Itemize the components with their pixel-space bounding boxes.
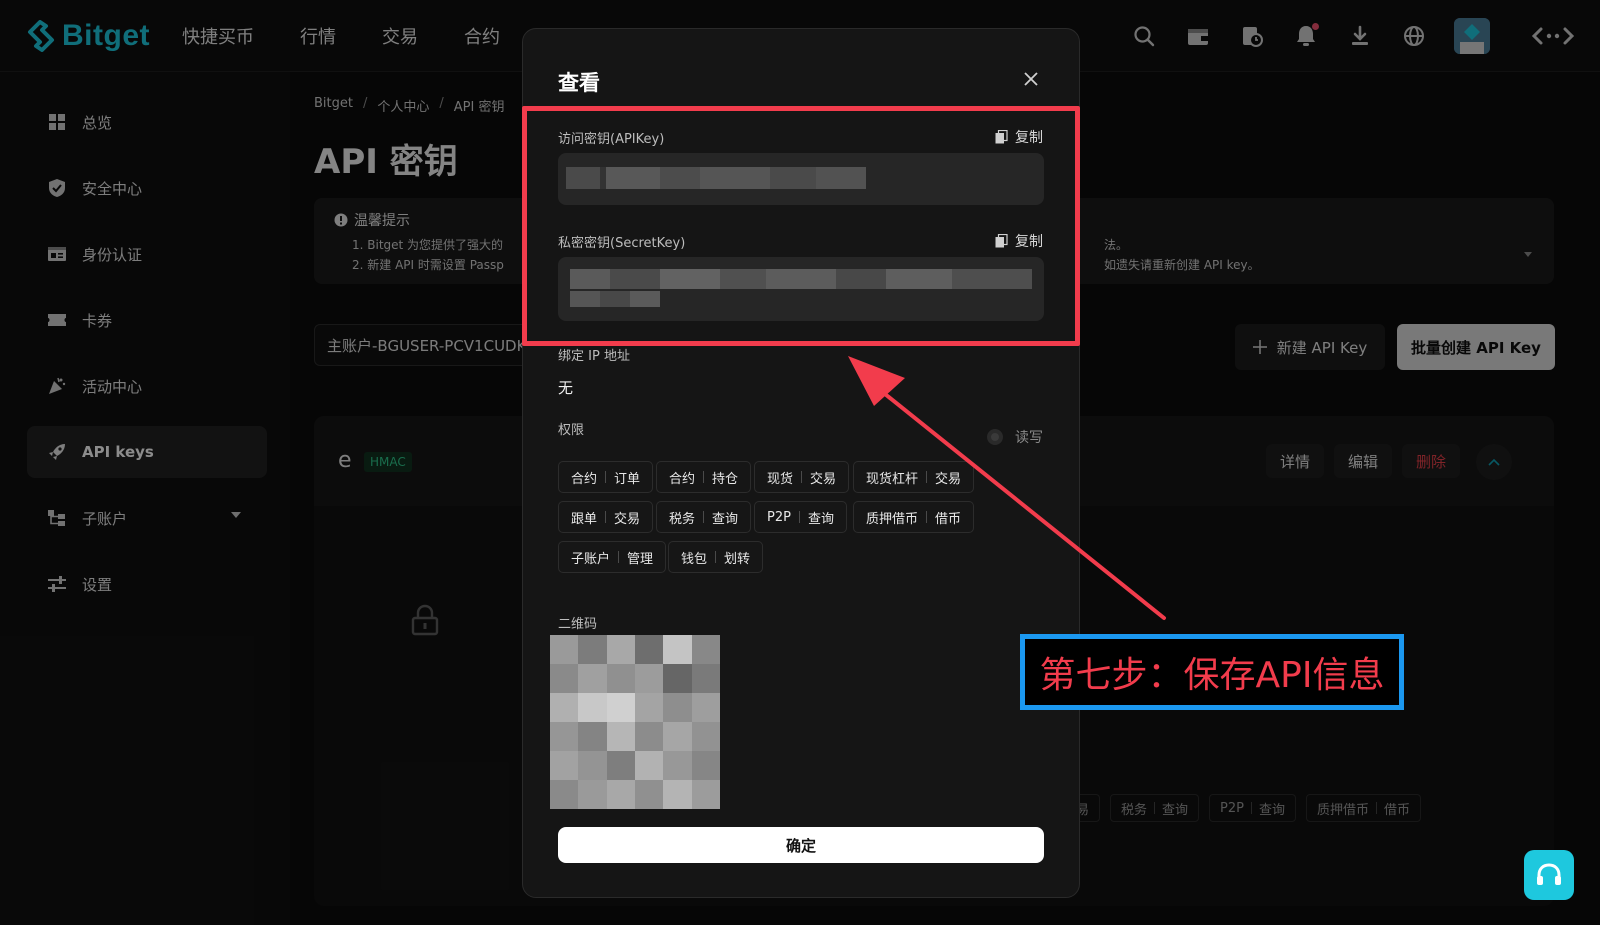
permission-tag-text: 持仓 <box>712 471 739 487</box>
read-write-option: 读写 <box>987 427 1043 447</box>
permission-tag: 跟单 交易 <box>558 501 654 533</box>
permission-tag-text: 交易 <box>935 471 962 487</box>
modal-title: 查看 <box>558 71 600 95</box>
close-icon[interactable] <box>1021 69 1041 89</box>
permission-tag-text: 管理 <box>627 551 654 567</box>
bound-ip-label: 绑定 IP 地址 <box>558 349 630 364</box>
permissions-label: 权限 <box>558 423 585 438</box>
permission-tag-text: P2P <box>767 509 791 525</box>
read-write-label: 读写 <box>1015 430 1043 446</box>
permission-tag: 合约 持仓 <box>656 461 752 493</box>
permission-tag-text: 订单 <box>614 471 641 487</box>
permission-tag-text: 交易 <box>810 471 837 487</box>
headset-icon[interactable] <box>1524 850 1574 900</box>
permission-tag-text: 跟单 <box>571 511 598 527</box>
permission-tag: 税务 查询 <box>656 501 752 533</box>
read-write-radio <box>987 429 1003 445</box>
permission-tag-text: 现货杠杆 <box>866 471 919 487</box>
permission-tag: 子账户 管理 <box>558 541 667 573</box>
permission-tag-text: 钱包 <box>681 551 708 567</box>
permission-tag-text: 查询 <box>807 511 834 527</box>
permission-tag-text: 交易 <box>614 511 641 527</box>
permission-tag-text: 划转 <box>724 551 751 567</box>
bound-ip-value: 无 <box>558 379 574 397</box>
permission-tag: 现货杠杆 交易 <box>853 461 975 493</box>
step-annotation-text: 第七步：保存API信息 <box>1039 655 1385 696</box>
highlight-frame <box>522 106 1080 346</box>
permission-tag: 合约 订单 <box>558 461 654 493</box>
qr-code-image <box>550 635 720 809</box>
permission-tag: 现货 交易 <box>754 461 850 493</box>
permission-tag-text: 质押借币 <box>866 511 919 527</box>
permission-tag-text: 子账户 <box>571 551 611 567</box>
step-annotation-box: 第七步：保存API信息 <box>1020 634 1404 710</box>
permission-tag: 质押借币 借币 <box>853 501 975 533</box>
confirm-button[interactable]: 确定 <box>558 827 1044 863</box>
permission-tag-text: 合约 <box>669 471 696 487</box>
permission-tag-text: 借币 <box>935 511 962 527</box>
qr-code-label: 二维码 <box>558 617 598 632</box>
permission-tag-text: 现货 <box>767 471 794 487</box>
permission-tag-text: 合约 <box>571 471 598 487</box>
permission-tag: P2P 查询 <box>754 501 847 533</box>
permission-tag: 钱包 划转 <box>668 541 764 573</box>
permission-tag-text: 税务 <box>669 511 696 527</box>
permission-tag-text: 查询 <box>712 511 739 527</box>
